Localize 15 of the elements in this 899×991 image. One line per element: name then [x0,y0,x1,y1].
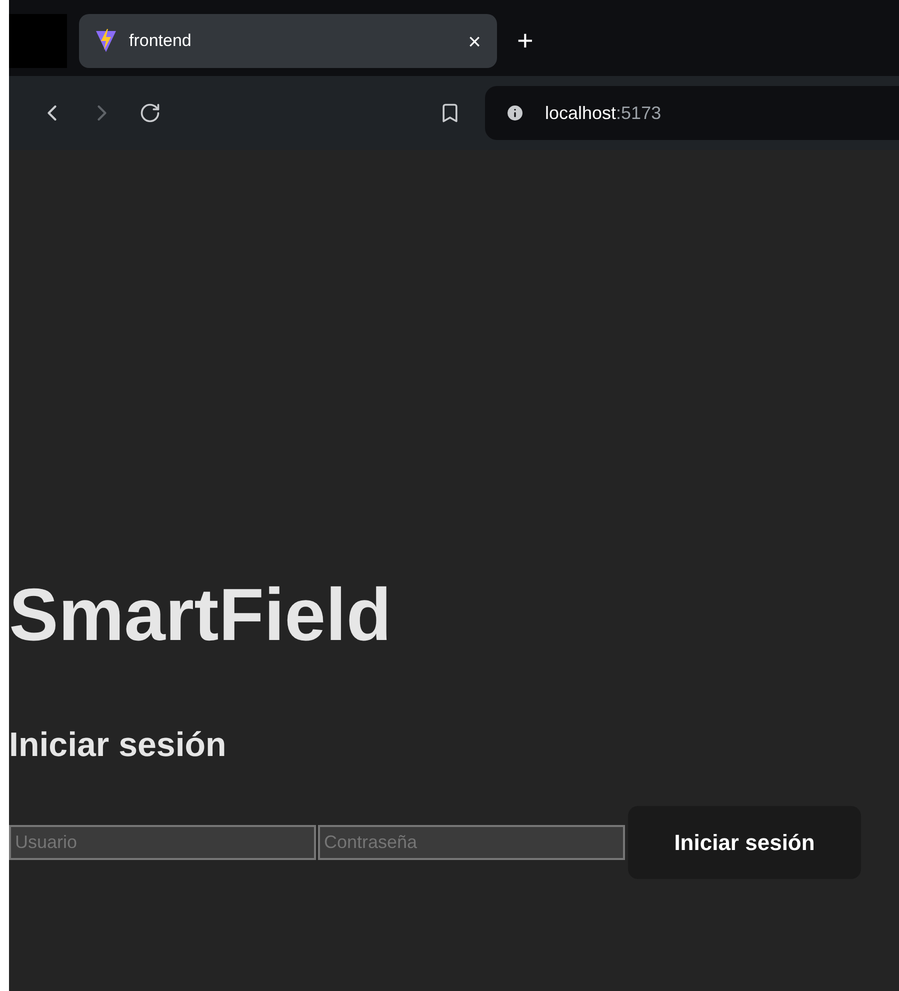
browser-tab[interactable]: frontend × [79,14,497,68]
tab-title: frontend [129,30,192,52]
login-heading: Iniciar sesión [9,728,228,762]
login-button[interactable]: Iniciar sesión [628,806,861,879]
url-text: localhost:5173 [545,102,662,124]
reload-icon[interactable] [139,102,161,124]
text-field[interactable]: Usuario [9,825,316,860]
close-tab-button[interactable]: × [468,24,481,58]
lightning-logo-icon [95,29,117,53]
info-icon [505,103,525,123]
profile-area [9,14,67,68]
app-title: SmartField [9,578,392,652]
new-tab-button[interactable]: + [509,20,542,62]
address-bar[interactable]: localhost:5173 [485,86,899,140]
text-field[interactable]: Contraseña [318,825,625,860]
